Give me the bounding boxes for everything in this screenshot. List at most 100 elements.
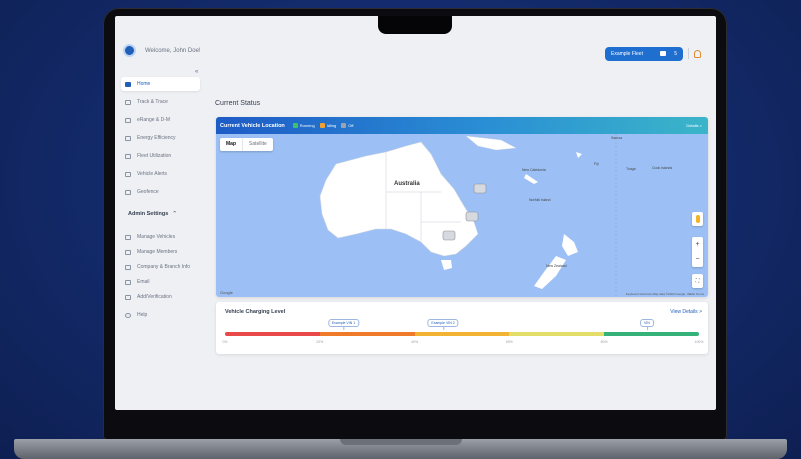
map-details-link[interactable]: Details > <box>686 123 702 128</box>
google-logo: Google <box>220 290 233 295</box>
page-title: Current Status <box>215 100 261 107</box>
car-icon <box>125 234 131 240</box>
camera-notch <box>378 16 452 34</box>
sidebar: « Home Track & Trace eRange & D-M Energy… <box>115 69 210 410</box>
chevron-up-icon: ⌃ <box>172 211 177 217</box>
sidebar-item-manage-members[interactable]: Manage Members <box>121 245 200 259</box>
legend-running: Running <box>292 123 315 128</box>
sidebar-item-email[interactable]: Email <box>121 275 200 289</box>
map-canvas <box>319 134 617 297</box>
sidebar-item-erange[interactable]: eRange & D-M <box>121 113 200 127</box>
bus-icon <box>660 51 666 56</box>
home-icon <box>125 81 131 87</box>
charge-segment <box>414 332 510 336</box>
legend-off: Off <box>341 123 354 128</box>
building-icon <box>125 264 131 270</box>
map-label-new-zealand: New Zealand <box>546 264 567 268</box>
sidebar-item-energy-efficiency[interactable]: Energy Efficiency <box>121 131 200 145</box>
charge-tick-label: 60% <box>505 340 513 344</box>
laptop-base-notch <box>340 439 462 445</box>
map-label-australia: Australia <box>394 181 420 187</box>
legend-swatch <box>319 123 325 128</box>
map-label-cook-islands: Cook Islands <box>652 166 673 170</box>
map-card-header: Current Vehicle Location Running Idling … <box>216 117 708 134</box>
sidebar-item-vehicle-alerts[interactable]: Vehicle Alerts <box>121 167 200 181</box>
notification-bell-icon[interactable] <box>694 50 701 58</box>
company-logo-icon <box>123 44 136 57</box>
map-label-new-caledonia: New Caledonia <box>522 168 546 172</box>
sidebar-item-home[interactable]: Home <box>121 77 200 91</box>
charging-level-bar <box>225 332 699 336</box>
sidebar-item-help[interactable]: Help <box>121 308 200 322</box>
sidebar-item-manage-vehicles[interactable]: Manage Vehicles <box>121 230 200 244</box>
chart-icon <box>125 153 131 159</box>
map-card-title: Current Vehicle Location <box>220 122 285 129</box>
fleet-selector-label: Example Fleet <box>611 51 643 57</box>
legend-idling: Idling <box>319 123 336 128</box>
battery-icon <box>125 135 131 141</box>
vehicle-charge-marker[interactable]: Example VIN 2 <box>427 319 459 330</box>
map-type-satellite-button[interactable]: Satellite <box>242 138 273 151</box>
legend-swatch <box>292 123 298 128</box>
charging-card-title: Vehicle Charging Level <box>225 309 286 315</box>
admin-settings-heading: Admin Settings <box>128 211 169 217</box>
map-type-map-button[interactable]: Map <box>220 138 242 151</box>
mail-icon <box>125 279 131 285</box>
sidebar-item-label: Email <box>137 279 150 285</box>
fullscreen-icon[interactable]: ⛶ <box>692 274 703 288</box>
charge-tick-label: 80% <box>600 340 608 344</box>
street-view-pegman-icon[interactable] <box>692 212 703 226</box>
sidebar-item-label: Energy Efficiency <box>137 135 176 141</box>
legend-label: Running <box>299 123 315 128</box>
sidebar-item-label: Geofence <box>137 189 159 195</box>
sidebar-item-label: Manage Vehicles <box>137 234 176 240</box>
map-type-toggle: Map Satellite <box>220 138 273 151</box>
crosshair-icon <box>125 99 131 105</box>
verify-icon <box>125 294 131 300</box>
zoom-out-button[interactable]: − <box>692 252 703 267</box>
zoom-in-button[interactable]: + <box>692 237 703 252</box>
sidebar-item-label: Track & Trace <box>137 99 168 105</box>
sidebar-item-verification[interactable]: Add/Verification <box>121 290 200 304</box>
map-label-samoa: Samoa <box>611 136 623 140</box>
fleet-count: 5 <box>674 51 677 57</box>
nz-south-island <box>534 256 566 289</box>
legend-swatch <box>341 123 347 128</box>
map-icon <box>125 189 131 195</box>
vehicle-charge-marker[interactable]: VIN <box>639 319 654 330</box>
png-landmass <box>465 135 517 151</box>
charging-details-link[interactable]: View Details > <box>670 309 702 315</box>
sidebar-item-label: Home <box>137 81 151 87</box>
sidebar-item-label: Fleet Utilization <box>137 153 172 159</box>
charge-tick-label: 0% <box>222 340 228 344</box>
tasmania-landmass <box>441 260 452 270</box>
admin-settings-toggle[interactable]: Admin Settings ⌃ <box>128 211 177 217</box>
legend-label: Off <box>348 123 354 128</box>
vehicle-marker <box>465 211 479 222</box>
new-caledonia-island <box>524 174 538 184</box>
charge-segment <box>319 332 415 336</box>
fleet-selector-button[interactable]: Example Fleet 5 <box>605 47 683 61</box>
sidebar-item-fleet-utilization[interactable]: Fleet Utilization <box>121 149 200 163</box>
bell-icon <box>125 171 131 177</box>
app-screen: Welcome, John Doe! Example Fleet 5 « Hom… <box>115 16 716 410</box>
charge-segment <box>509 332 605 336</box>
sidebar-item-track-trace[interactable]: Track & Trace <box>121 95 200 109</box>
users-icon <box>125 249 131 255</box>
sidebar-item-company-branch[interactable]: Company & Branch Info <box>121 260 200 274</box>
charge-tick-label: 40% <box>411 340 419 344</box>
welcome-text: Welcome, John Doe! <box>145 48 201 54</box>
sidebar-collapse-icon[interactable]: « <box>195 69 198 75</box>
sidebar-item-label: eRange & D-M <box>137 117 171 123</box>
charging-ticks: 0% 20% 40% 60% 80% 100% <box>222 340 703 346</box>
vehicle-charge-marker[interactable]: Example VIN 1 <box>327 319 360 330</box>
vehicle-location-card: Current Vehicle Location Running Idling … <box>216 117 708 297</box>
sidebar-item-label: Vehicle Alerts <box>137 171 168 177</box>
nz-north-island <box>562 234 578 256</box>
map-view[interactable]: Map Satellite Australia New Caledonia Ne… <box>216 134 708 297</box>
sidebar-item-label: Add/Verification <box>137 294 172 300</box>
map-label-fiji: Fiji <box>594 162 599 166</box>
vanuatu-island <box>576 152 582 158</box>
charge-tick-label: 100% <box>694 340 704 344</box>
sidebar-item-geofence[interactable]: Geofence <box>121 185 200 199</box>
